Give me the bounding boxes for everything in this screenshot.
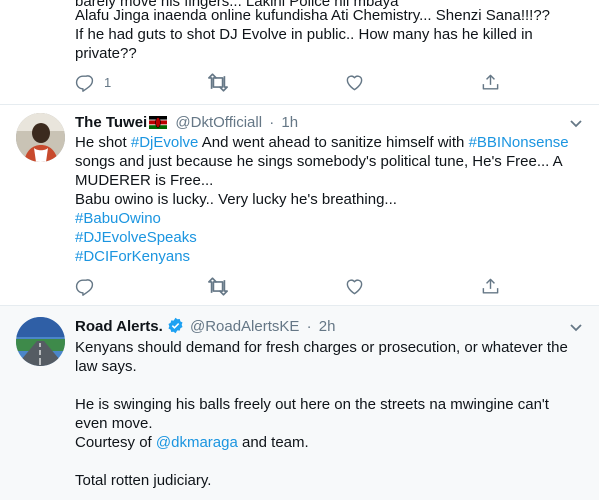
share-icon bbox=[481, 277, 500, 296]
tweet-time[interactable]: 1h bbox=[281, 114, 298, 131]
like-button[interactable] bbox=[345, 72, 364, 92]
tweet-header: The Tuwei @DktOfficiall · 1h bbox=[75, 113, 298, 132]
avatar[interactable] bbox=[16, 113, 65, 162]
tweet-text-line: even move. bbox=[75, 415, 153, 432]
hashtag-link[interactable]: #DCIForKenyans bbox=[75, 247, 190, 266]
like-icon bbox=[345, 73, 364, 92]
author-handle[interactable]: @RoadAlertsKE bbox=[190, 318, 299, 335]
like-button[interactable] bbox=[345, 276, 364, 296]
tweet-text-line: He shot #DjEvolve And went ahead to sani… bbox=[75, 133, 569, 152]
reply-button[interactable]: 1 bbox=[75, 72, 111, 92]
hashtag-link[interactable]: #BabuOwino bbox=[75, 209, 161, 228]
tweet-text: He shot bbox=[75, 134, 131, 151]
separator-dot: · bbox=[269, 114, 275, 131]
hashtag-link[interactable]: #DJEvolveSpeaks bbox=[75, 228, 197, 247]
verified-badge-icon bbox=[167, 317, 184, 334]
retweet-icon bbox=[207, 276, 229, 296]
chevron-down-icon[interactable] bbox=[568, 115, 584, 131]
avatar[interactable] bbox=[16, 317, 65, 366]
reply-icon bbox=[75, 73, 94, 92]
tweet-time[interactable]: 2h bbox=[319, 318, 336, 335]
tweet-text-line: MUDERER is Free... bbox=[75, 172, 214, 189]
chevron-down-icon[interactable] bbox=[568, 319, 584, 335]
tweet-text-line: Total rotten judiciary. bbox=[75, 472, 212, 489]
tweet-text-line: He is swinging his balls freely out here… bbox=[75, 396, 549, 413]
tweet-card[interactable]: barely move his fingers... Lakini Police… bbox=[0, 0, 599, 104]
author-handle[interactable]: @DktOfficiall bbox=[175, 114, 262, 131]
share-icon bbox=[481, 73, 500, 92]
mention-link[interactable]: @dkmaraga bbox=[156, 434, 238, 451]
reply-icon bbox=[75, 277, 94, 296]
retweet-button[interactable] bbox=[207, 276, 229, 296]
share-button[interactable] bbox=[481, 276, 500, 296]
tweet-text-line: Alafu Jinga inaenda online kufundisha At… bbox=[75, 7, 551, 24]
tweet-card[interactable]: Road Alerts. @RoadAlertsKE · 2h Kenyans … bbox=[0, 306, 599, 500]
retweet-button[interactable] bbox=[207, 72, 229, 92]
reply-button[interactable] bbox=[75, 276, 94, 296]
like-icon bbox=[345, 277, 364, 296]
tweet-card[interactable]: The Tuwei @DktOfficiall · 1h He shot #Dj… bbox=[0, 105, 599, 305]
tweet-text: And went ahead to sanitize himself with bbox=[198, 134, 469, 151]
share-button[interactable] bbox=[481, 72, 500, 92]
tweet-text: Courtesy of bbox=[75, 434, 156, 451]
kenya-flag-icon bbox=[149, 116, 168, 129]
retweet-icon bbox=[207, 72, 229, 92]
tweet-text-line: Babu owino is lucky.. Very lucky he's br… bbox=[75, 191, 397, 208]
tweet-header: Road Alerts. @RoadAlertsKE · 2h bbox=[75, 317, 335, 336]
hashtag-link[interactable]: #BBINonsense bbox=[469, 134, 569, 151]
author-name[interactable]: Road Alerts. bbox=[75, 318, 163, 335]
reply-count: 1 bbox=[104, 74, 112, 90]
tweet-text: and team. bbox=[237, 434, 309, 451]
tweet-text-line: If he had guts to shot DJ Evolve in publ… bbox=[75, 26, 533, 43]
tweet-text-line: Courtesy of @dkmaraga and team. bbox=[75, 433, 309, 452]
hashtag-link[interactable]: #DjEvolve bbox=[131, 134, 199, 151]
tweet-text-line: law says. bbox=[75, 358, 137, 375]
separator-dot: · bbox=[306, 318, 312, 335]
tweet-text-line: Kenyans should demand for fresh charges … bbox=[75, 339, 568, 356]
author-name[interactable]: The Tuwei bbox=[75, 114, 147, 131]
tweet-text-line: private?? bbox=[75, 45, 137, 62]
tweet-text-line: songs and just because he sings somebody… bbox=[75, 153, 563, 170]
